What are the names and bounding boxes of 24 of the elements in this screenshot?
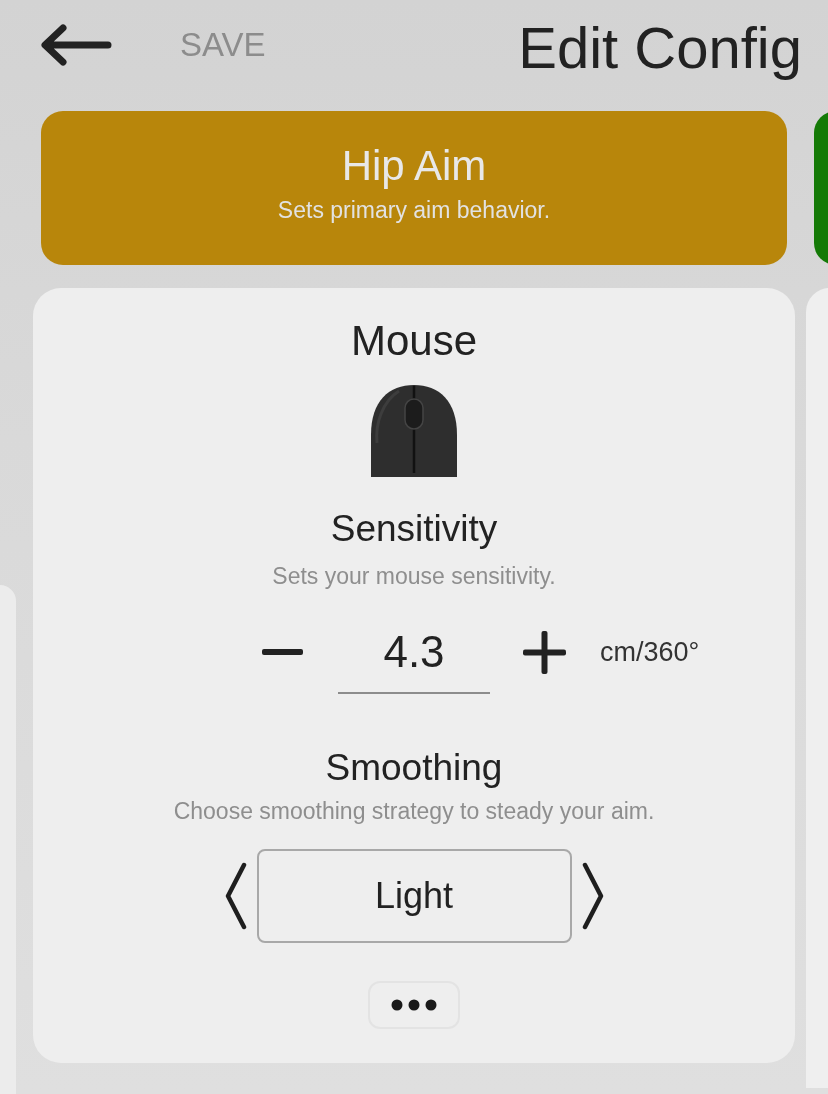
setting-description: Choose smoothing strategy to steady your aim.: [173, 797, 655, 826]
decrease-button[interactable]: [262, 648, 303, 656]
previous-button[interactable]: [223, 862, 247, 930]
increase-button[interactable]: [523, 631, 566, 674]
next-button[interactable]: [581, 862, 605, 930]
mode-title: Hip Aim: [341, 141, 487, 191]
unit-label: cm/360°: [600, 637, 700, 667]
more-button[interactable]: [368, 981, 460, 1029]
setting-description: Sets your mouse sensitivity.: [272, 562, 556, 591]
panel-title: Mouse: [350, 317, 478, 365]
back-arrow-icon: [40, 24, 112, 66]
chevron-left-icon: [223, 862, 247, 930]
smoothing-select[interactable]: Light: [256, 849, 572, 943]
more-icon: [391, 999, 437, 1011]
setting-title: Smoothing: [325, 746, 503, 790]
page-title: Edit Config: [518, 15, 802, 81]
computer-mouse-icon: [369, 383, 459, 477]
plus-icon: [523, 631, 566, 674]
mode-description: Sets primary aim behavior.: [277, 196, 551, 225]
sensitivity-input[interactable]: 4.3: [338, 626, 490, 694]
setting-title: Sensitivity: [330, 507, 498, 551]
minus-icon: [262, 649, 303, 655]
chevron-right-icon: [581, 862, 605, 930]
back-button[interactable]: [40, 24, 112, 66]
